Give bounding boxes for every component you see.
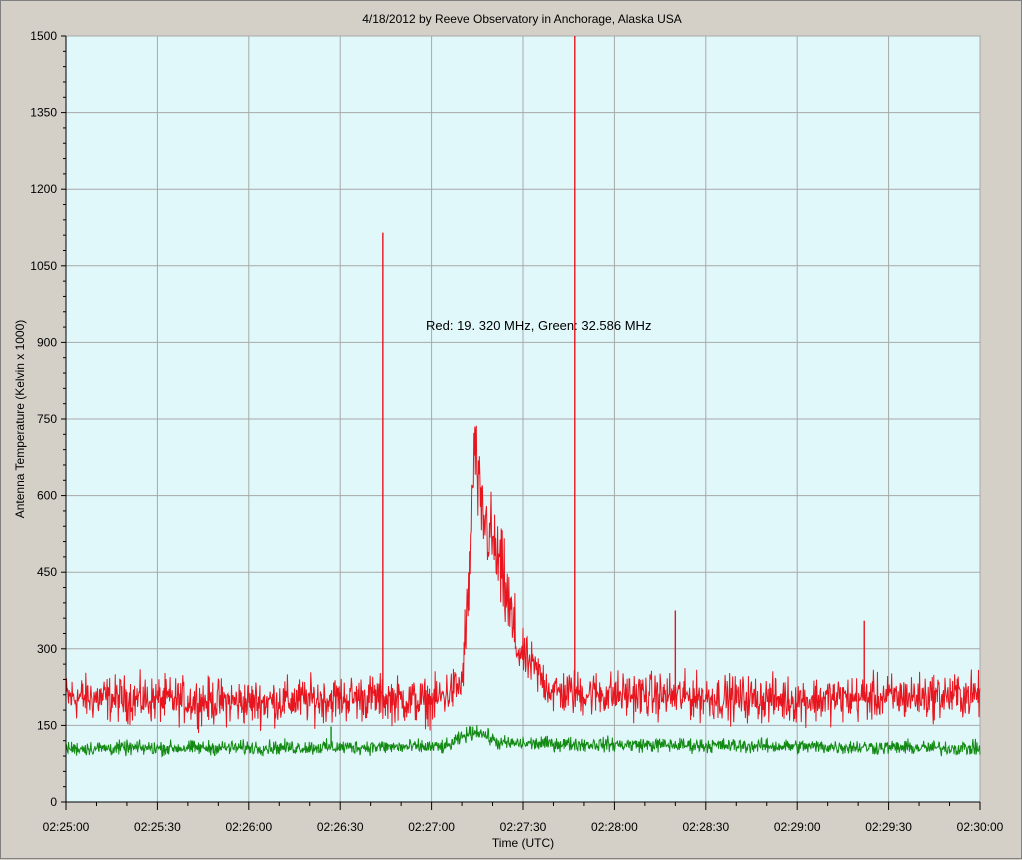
chart-window: 02:25:00 02:25:30 02:26:00 02:26:30 02:27:00… [0, 0, 1022, 859]
y-tick-label: 600 [37, 489, 57, 503]
y-tick-label: 750 [37, 412, 57, 426]
y-tick-label: 900 [37, 335, 57, 349]
y-tick-label: 1200 [30, 182, 57, 196]
y-tick-label: 300 [37, 642, 57, 656]
chart-canvas: 02:25:00 02:25:30 02:26:00 02:26:30 02:27:00… [13, 12, 1004, 850]
y-tick-label: 1050 [30, 259, 57, 273]
y-tick-label: 1500 [30, 29, 57, 43]
y-tick-label: 150 [37, 718, 57, 732]
x-tick-label: 02:26:30 [317, 820, 364, 834]
y-tick-label: 0 [50, 795, 57, 809]
x-tick-label: 02:26:00 [225, 820, 272, 834]
y-tick-label: 1350 [30, 106, 57, 120]
x-tick-label: 02:28:30 [682, 820, 729, 834]
x-tick-label: 02:25:00 [43, 820, 90, 834]
x-tick-label: 02:30:00 [957, 820, 1004, 834]
x-tick-label: 02:25:30 [134, 820, 181, 834]
x-tick-label: 02:27:00 [408, 820, 455, 834]
x-tick-label: 02:27:30 [500, 820, 547, 834]
frequency-annotation: Red: 19. 320 MHz, Green: 32.586 MHz [426, 318, 651, 333]
x-tick-label: 02:28:00 [591, 820, 638, 834]
y-axis-label: Antenna Temperature (Kelvin x 1000) [13, 320, 27, 519]
y-tick-label: 450 [37, 565, 57, 579]
x-tick-label: 02:29:00 [774, 820, 821, 834]
chart-title: 4/18/2012 by Reeve Observatory in Anchor… [362, 12, 682, 26]
x-axis-label: Time (UTC) [492, 836, 554, 850]
x-tick-label: 02:29:30 [865, 820, 912, 834]
